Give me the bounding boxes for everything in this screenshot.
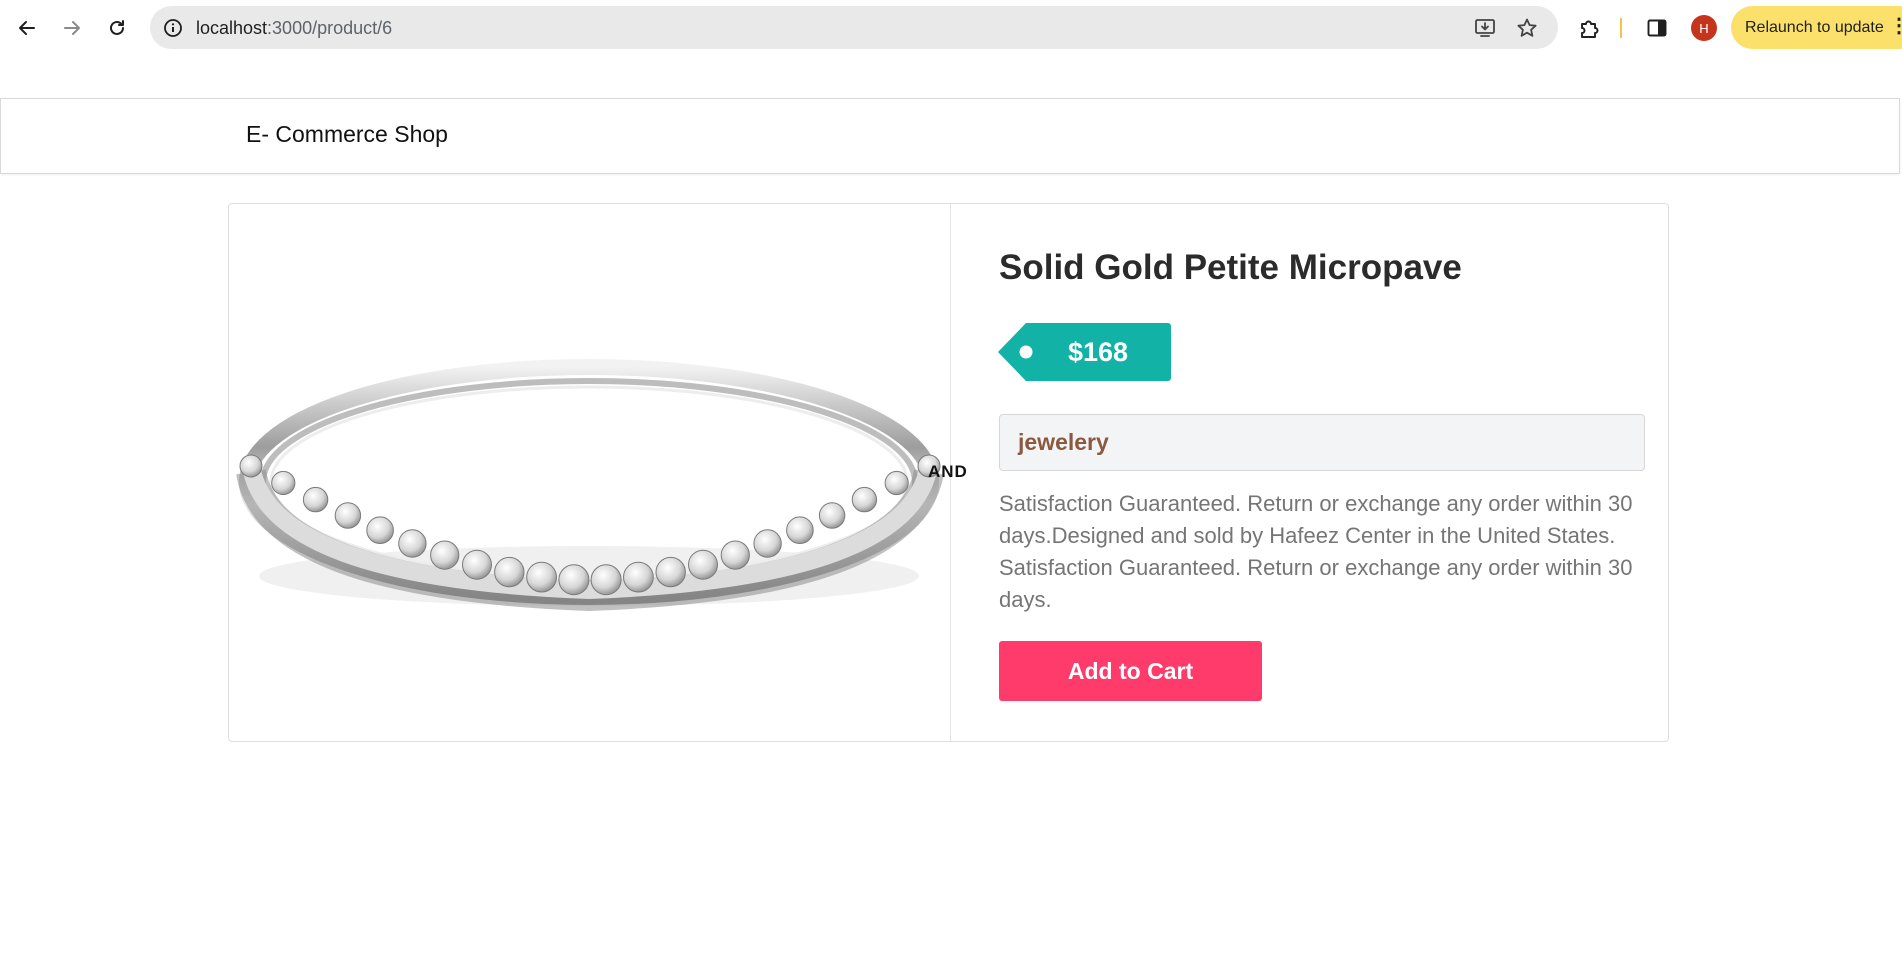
reload-button[interactable] bbox=[101, 12, 133, 44]
product-price: $168 bbox=[1068, 337, 1129, 367]
gemstone bbox=[655, 556, 686, 588]
product-description: Satisfaction Guaranteed. Return or excha… bbox=[999, 491, 1633, 612]
side-panel-button[interactable] bbox=[1643, 14, 1671, 42]
category-badge: jewelery bbox=[999, 414, 1645, 471]
url-path: :3000/product/6 bbox=[267, 18, 393, 38]
extensions-button[interactable] bbox=[1576, 14, 1604, 42]
gemstone bbox=[558, 564, 590, 596]
toolbar-divider bbox=[1620, 18, 1622, 38]
gemstone bbox=[462, 549, 492, 580]
gemstone bbox=[271, 470, 296, 496]
gemstone bbox=[334, 502, 362, 529]
image-alt-text-fragment: AND bbox=[928, 462, 968, 481]
gemstone bbox=[623, 561, 654, 593]
site-info-button[interactable] bbox=[162, 17, 183, 38]
gemstone bbox=[786, 516, 814, 545]
gemstone bbox=[590, 564, 622, 596]
relaunch-label: Relaunch to update bbox=[1745, 18, 1884, 36]
arrow-right-icon bbox=[64, 21, 80, 35]
product-category: jewelery bbox=[1018, 429, 1109, 455]
side-panel-icon bbox=[1647, 19, 1667, 37]
browser-toolbar: localhost:3000/product/6 H Relaunch to u… bbox=[0, 0, 1902, 56]
install-app-button[interactable] bbox=[1473, 16, 1497, 40]
ring-image bbox=[236, 359, 944, 612]
gemstone bbox=[851, 486, 878, 513]
gemstone bbox=[526, 561, 558, 593]
price-tag: $168 bbox=[998, 323, 1171, 381]
product-title: Solid Gold Petite Micropave bbox=[999, 248, 1462, 287]
gemstone bbox=[818, 502, 846, 529]
star-icon bbox=[1517, 18, 1537, 37]
gemstone bbox=[753, 529, 782, 558]
browser-menu-icon[interactable]: ⋮ bbox=[1889, 16, 1902, 36]
gemstone bbox=[398, 529, 427, 558]
profile-avatar[interactable]: H bbox=[1691, 15, 1717, 41]
relaunch-update-button[interactable]: Relaunch to update ⋮ bbox=[1731, 6, 1902, 49]
gemstone bbox=[720, 540, 750, 570]
gemstone bbox=[302, 486, 329, 513]
address-bar[interactable]: localhost:3000/product/6 bbox=[150, 6, 1558, 49]
puzzle-icon bbox=[1581, 20, 1599, 38]
info-icon bbox=[163, 18, 182, 37]
gemstone bbox=[430, 540, 460, 570]
gemstone bbox=[494, 556, 525, 588]
url-host: localhost bbox=[196, 18, 268, 38]
gemstone bbox=[239, 454, 263, 478]
reload-icon bbox=[110, 20, 124, 35]
site-navbar: E- Commerce Shop bbox=[0, 98, 1900, 174]
bookmark-button[interactable] bbox=[1515, 16, 1539, 40]
forward-button[interactable] bbox=[56, 12, 88, 44]
gemstone bbox=[688, 549, 718, 580]
add-to-cart-button[interactable]: Add to Cart bbox=[999, 641, 1262, 701]
url-text[interactable]: localhost:3000/product/6 bbox=[196, 18, 392, 39]
product-image bbox=[229, 204, 950, 741]
brand-logo-text[interactable]: E- Commerce Shop bbox=[246, 121, 448, 148]
install-app-icon bbox=[1475, 19, 1495, 37]
gemstone bbox=[366, 516, 394, 545]
back-button[interactable] bbox=[11, 12, 43, 44]
arrow-left-icon bbox=[19, 21, 35, 35]
gemstone bbox=[884, 470, 909, 496]
